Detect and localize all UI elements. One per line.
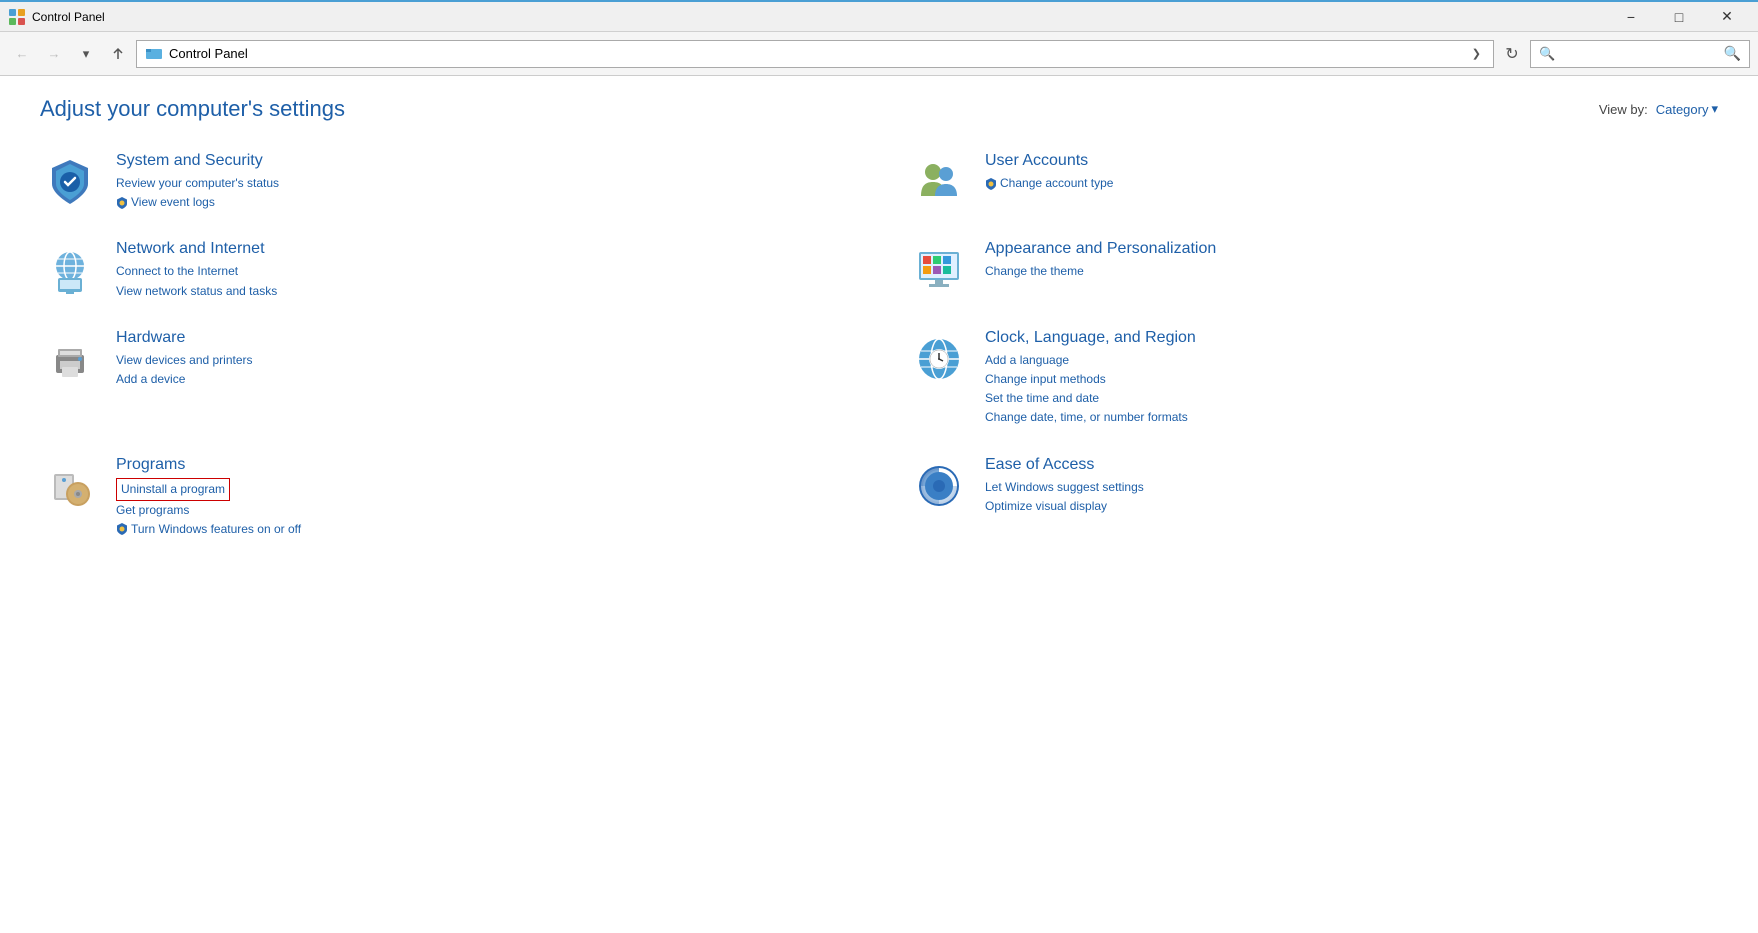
category-system-security: System and Security Review your computer… — [40, 152, 849, 212]
page-title: Adjust your computer's settings — [40, 96, 345, 122]
category-clock: Clock, Language, and Region Add a langua… — [909, 329, 1718, 428]
dropdown-recent-button[interactable]: ▾ — [72, 40, 100, 68]
link-set-time-date[interactable]: Set the time and date — [985, 389, 1718, 408]
up-button[interactable] — [104, 40, 132, 68]
view-by: View by: Category ▾ — [1599, 101, 1718, 117]
title-bar-left: Control Panel — [8, 8, 105, 26]
category-network: Network and Internet Connect to the Inte… — [40, 240, 849, 300]
link-view-network-status[interactable]: View network status and tasks — [116, 282, 849, 301]
category-appearance: Appearance and Personalization Change th… — [909, 240, 1718, 300]
clock-title[interactable]: Clock, Language, and Region — [985, 329, 1718, 347]
forward-button[interactable]: → — [40, 40, 68, 68]
link-windows-features[interactable]: Turn Windows features on or off — [116, 520, 849, 539]
link-change-account-type[interactable]: Change account type — [985, 174, 1718, 193]
appearance-icon — [909, 240, 969, 300]
network-content: Network and Internet Connect to the Inte… — [116, 240, 849, 300]
hardware-icon — [40, 329, 100, 389]
maximize-button[interactable]: □ — [1656, 2, 1702, 32]
ease-of-access-icon — [909, 456, 969, 516]
link-connect-internet[interactable]: Connect to the Internet — [116, 262, 849, 281]
link-change-theme[interactable]: Change the theme — [985, 262, 1718, 281]
user-accounts-icon — [909, 152, 969, 212]
hardware-title[interactable]: Hardware — [116, 329, 849, 347]
link-optimize-visual-display[interactable]: Optimize visual display — [985, 497, 1718, 516]
category-ease-of-access: Ease of Access Let Windows suggest setti… — [909, 456, 1718, 540]
user-accounts-content: User Accounts Change account type — [985, 152, 1718, 193]
programs-title[interactable]: Programs — [116, 456, 849, 474]
up-arrow-icon — [110, 46, 126, 62]
address-chevron[interactable]: ❯ — [1468, 47, 1485, 60]
link-change-date-formats[interactable]: Change date, time, or number formats — [985, 408, 1718, 427]
user-accounts-title[interactable]: User Accounts — [985, 152, 1718, 170]
link-view-event-logs[interactable]: View event logs — [116, 193, 849, 212]
clock-content: Clock, Language, and Region Add a langua… — [985, 329, 1718, 428]
shield-small-icon3 — [116, 522, 128, 536]
system-security-icon — [40, 152, 100, 212]
search-input[interactable] — [1539, 46, 1721, 61]
category-programs: Programs Uninstall a program Get program… — [40, 456, 849, 540]
address-field[interactable]: Control Panel ❯ — [136, 40, 1494, 68]
ease-of-access-content: Ease of Access Let Windows suggest setti… — [985, 456, 1718, 516]
view-by-value: Category — [1656, 102, 1709, 117]
back-button[interactable]: ← — [8, 40, 36, 68]
main-content: Adjust your computer's settings View by:… — [0, 76, 1758, 933]
title-bar: Control Panel − □ ✕ — [0, 0, 1758, 32]
close-button[interactable]: ✕ — [1704, 2, 1750, 32]
link-windows-suggest-settings[interactable]: Let Windows suggest settings — [985, 478, 1718, 497]
refresh-button[interactable]: ↻ — [1498, 40, 1526, 68]
network-icon — [40, 240, 100, 300]
link-review-status[interactable]: Review your computer's status — [116, 174, 849, 193]
search-field[interactable]: 🔍 — [1530, 40, 1750, 68]
network-title[interactable]: Network and Internet — [116, 240, 849, 258]
address-folder-icon — [145, 45, 163, 63]
view-by-arrow: ▾ — [1711, 101, 1718, 117]
shield-small-icon — [116, 196, 128, 210]
link-change-input-methods[interactable]: Change input methods — [985, 370, 1718, 389]
system-security-title[interactable]: System and Security — [116, 152, 849, 170]
minimize-button[interactable]: − — [1608, 2, 1654, 32]
link-uninstall-program[interactable]: Uninstall a program — [116, 478, 230, 501]
ease-of-access-title[interactable]: Ease of Access — [985, 456, 1718, 474]
programs-content: Programs Uninstall a program Get program… — [116, 456, 849, 540]
view-by-dropdown[interactable]: Category ▾ — [1656, 101, 1718, 117]
main-header: Adjust your computer's settings View by:… — [40, 96, 1718, 122]
address-bar: ← → ▾ Control Panel ❯ ↻ 🔍 — [0, 32, 1758, 76]
appearance-content: Appearance and Personalization Change th… — [985, 240, 1718, 281]
link-add-language[interactable]: Add a language — [985, 351, 1718, 370]
control-panel-icon — [8, 8, 26, 26]
appearance-title[interactable]: Appearance and Personalization — [985, 240, 1718, 258]
view-by-label: View by: — [1599, 102, 1648, 117]
hardware-content: Hardware View devices and printers Add a… — [116, 329, 849, 389]
clock-icon — [909, 329, 969, 389]
address-path: Control Panel — [169, 46, 1462, 61]
category-hardware: Hardware View devices and printers Add a… — [40, 329, 849, 428]
link-view-devices[interactable]: View devices and printers — [116, 351, 849, 370]
link-get-programs[interactable]: Get programs — [116, 501, 849, 520]
search-icon: 🔍 — [1724, 45, 1741, 62]
title-bar-controls: − □ ✕ — [1608, 2, 1750, 32]
title-bar-title: Control Panel — [32, 10, 105, 24]
programs-icon — [40, 456, 100, 516]
shield-small-icon2 — [985, 177, 997, 191]
categories-grid: System and Security Review your computer… — [40, 152, 1718, 567]
system-security-content: System and Security Review your computer… — [116, 152, 849, 212]
link-add-device[interactable]: Add a device — [116, 370, 849, 389]
category-user-accounts: User Accounts Change account type — [909, 152, 1718, 212]
